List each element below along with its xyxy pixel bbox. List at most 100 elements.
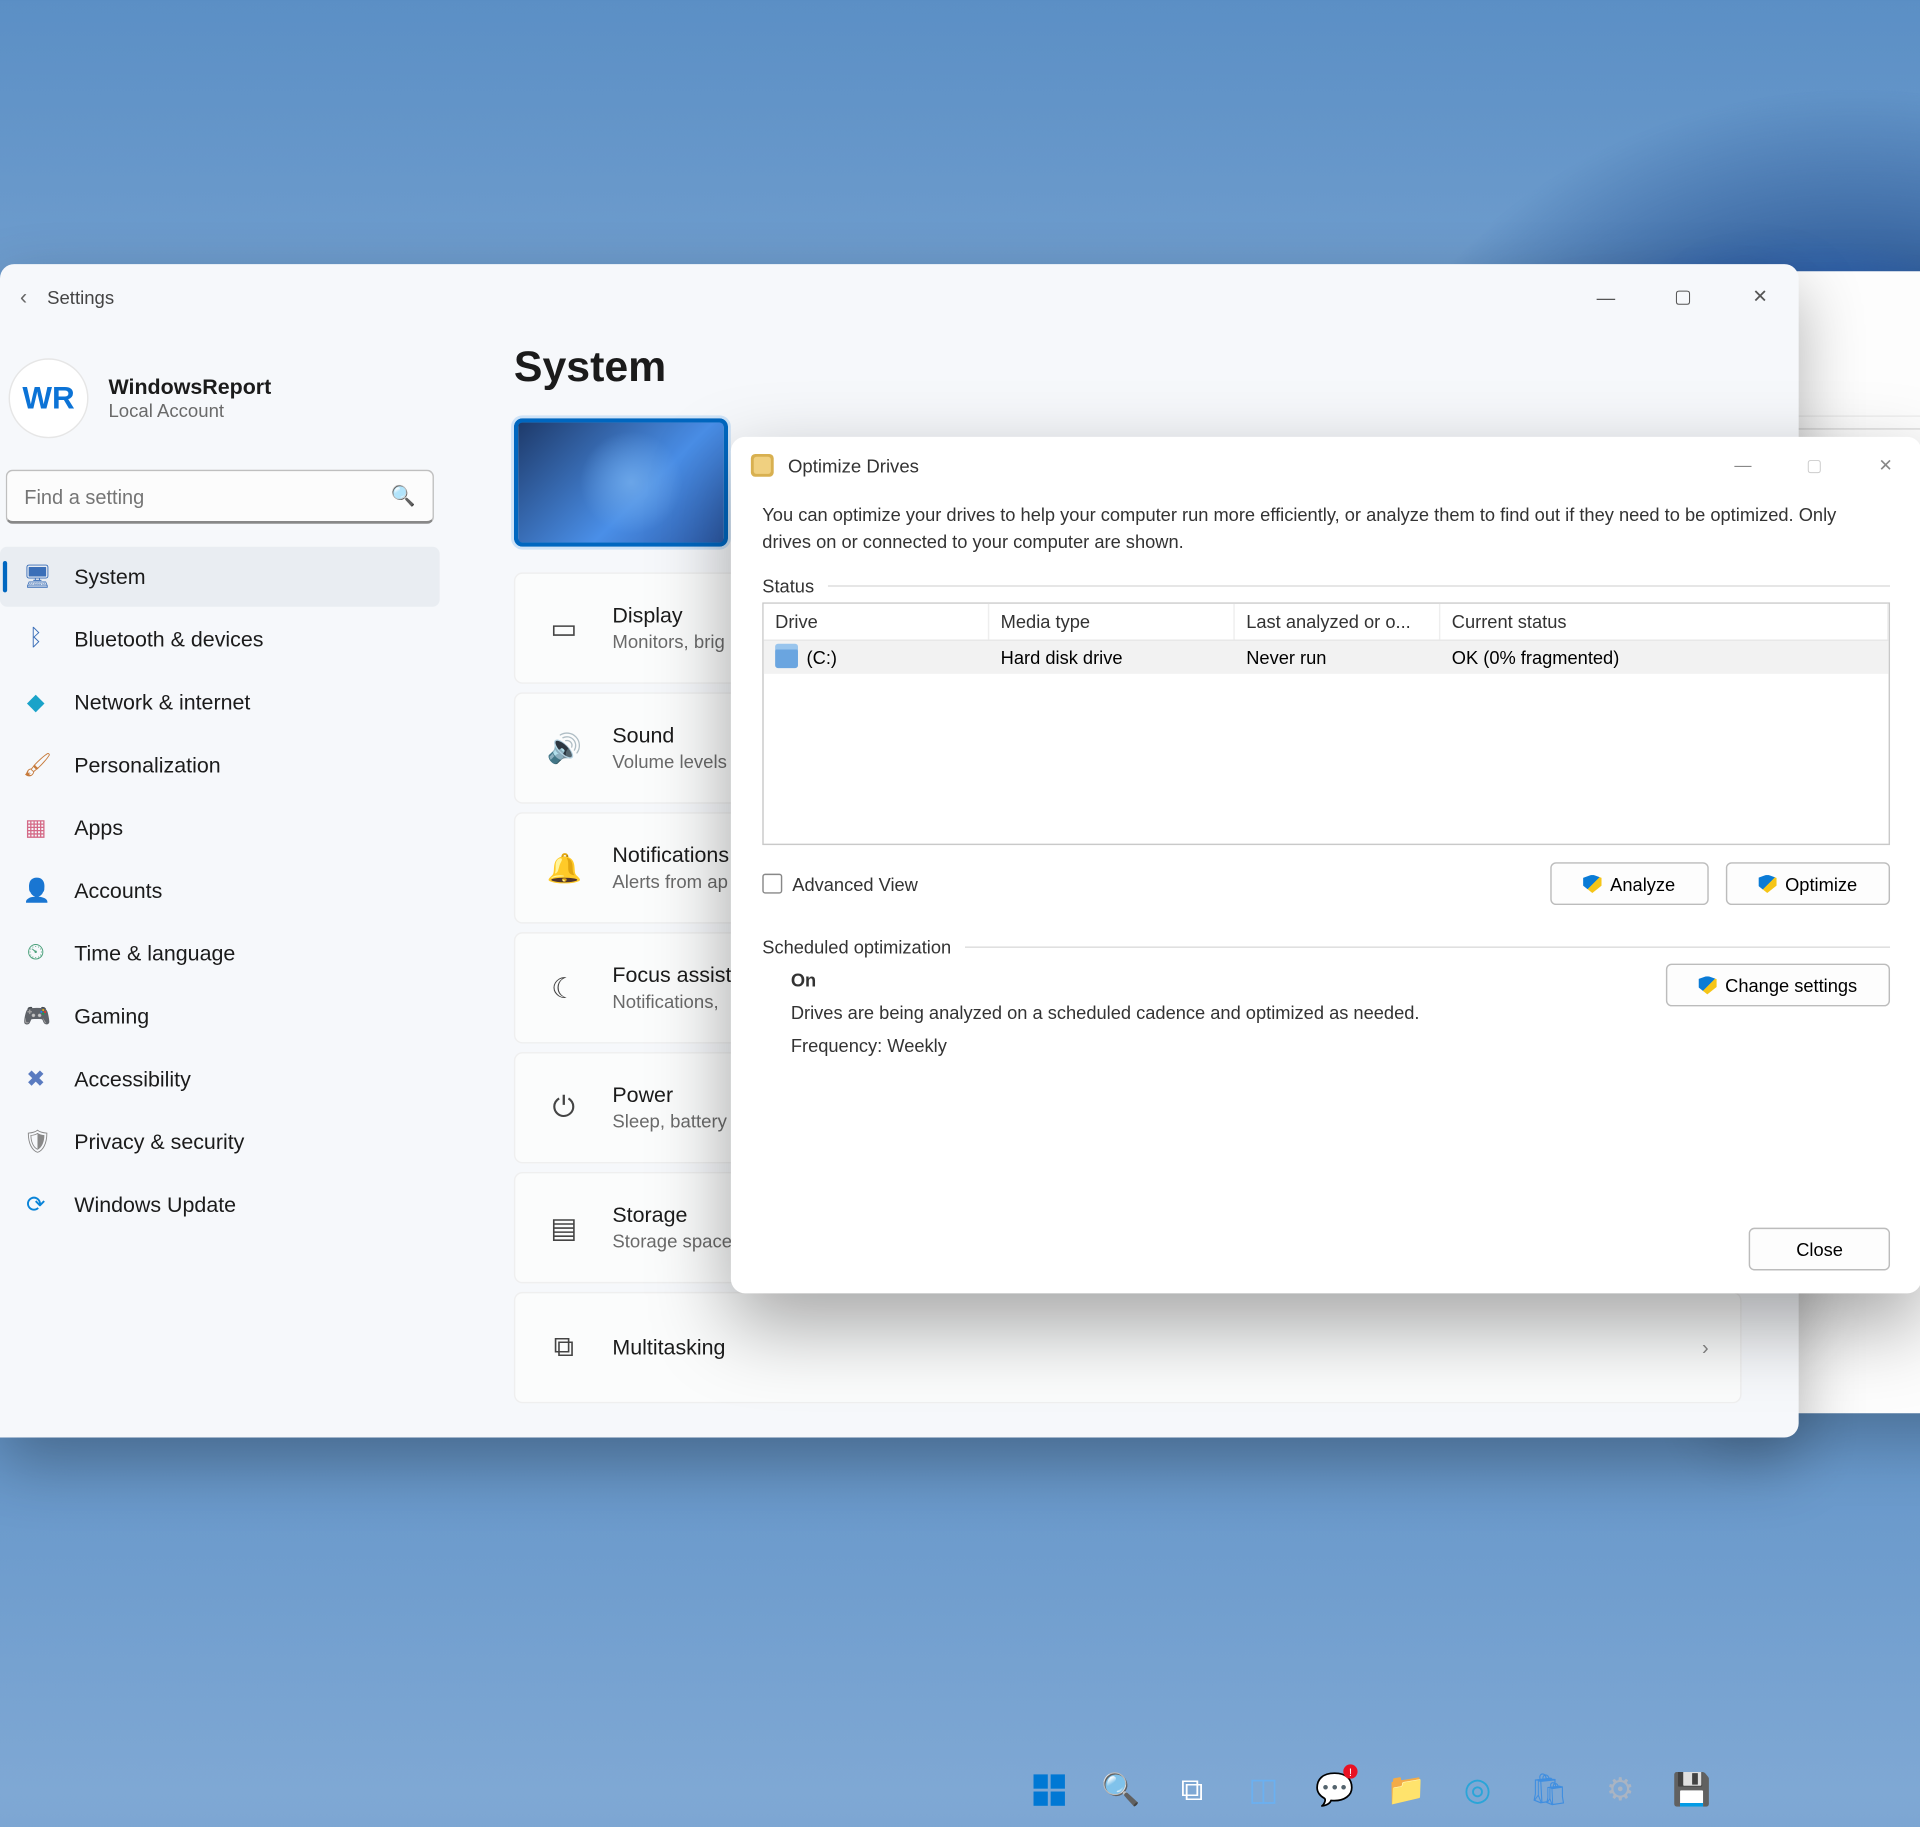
account-name: WindowsReport bbox=[108, 375, 271, 399]
avatar: WR bbox=[9, 358, 89, 438]
edge-taskbar-icon[interactable]: ◎ bbox=[1446, 1759, 1509, 1822]
nav-label: Accessibility bbox=[74, 1067, 191, 1091]
nav-label: Bluetooth & devices bbox=[74, 627, 263, 651]
store-taskbar-icon[interactable]: 🛍 bbox=[1517, 1759, 1580, 1822]
table-row[interactable]: (C:) Hard disk drive Never run OK (0% fr… bbox=[764, 641, 1889, 674]
nav-item-accounts[interactable]: 👤 Accounts bbox=[0, 861, 440, 921]
settings-search[interactable]: 🔍 bbox=[6, 470, 434, 524]
settings-search-input[interactable] bbox=[24, 485, 390, 508]
taskbar: 🔍 ⧉ ◫ 💬! 📁 ◎ 🛍 ⚙ 💾 bbox=[0, 1753, 1920, 1827]
nav-icon: 🛡 bbox=[23, 1128, 49, 1157]
nav-icon: 🖥 bbox=[23, 562, 49, 591]
nav-icon: 🎮 bbox=[23, 1002, 49, 1031]
opt-maximize-button[interactable]: ▢ bbox=[1779, 437, 1850, 494]
nav-item-network-internet[interactable]: ◆ Network & internet bbox=[0, 672, 440, 732]
checkbox-icon bbox=[762, 874, 782, 894]
opt-close-button[interactable]: ✕ bbox=[1850, 437, 1920, 494]
close-button[interactable]: ✕ bbox=[1722, 264, 1799, 330]
maximize-button[interactable]: ▢ bbox=[1644, 264, 1721, 330]
optimize-drives-window: Optimize Drives ― ▢ ✕ You can optimize y… bbox=[731, 437, 1920, 1294]
chevron-right-icon: › bbox=[1702, 1336, 1709, 1359]
nav-item-windows-update[interactable]: ⟳ Windows Update bbox=[0, 1175, 440, 1235]
tile-icon: ▭ bbox=[547, 610, 581, 646]
wallpaper-thumbnail[interactable] bbox=[514, 418, 728, 546]
disk-icon bbox=[751, 454, 774, 477]
tile-icon: ▤ bbox=[547, 1210, 581, 1246]
nav-item-gaming[interactable]: 🎮Gaming bbox=[0, 986, 440, 1046]
table-header[interactable]: Drive Media type Last analyzed or o... C… bbox=[764, 604, 1889, 641]
optimize-taskbar-icon[interactable]: 💾 bbox=[1660, 1759, 1723, 1822]
nav-item-personalization[interactable]: 🖌 Personalization bbox=[0, 735, 440, 795]
nav-label: Windows Update bbox=[74, 1193, 236, 1217]
nav-icon: ⟳ bbox=[23, 1191, 49, 1220]
nav-label: Apps bbox=[74, 816, 123, 840]
nav-item-apps[interactable]: ▦Apps bbox=[0, 798, 440, 858]
nav-label: Network & internet bbox=[74, 690, 250, 714]
settings-titlebar: ‹ Settings ― ▢ ✕ bbox=[0, 264, 1799, 330]
nav-icon: ⏲ bbox=[23, 941, 49, 967]
shield-icon bbox=[1758, 874, 1777, 893]
nav-item-bluetooth-devices[interactable]: ᛒ Bluetooth & devices bbox=[0, 610, 440, 670]
start-button[interactable] bbox=[1018, 1759, 1081, 1822]
nav-icon: ◆ bbox=[23, 688, 49, 717]
nav-item-system[interactable]: 🖥 System bbox=[0, 547, 440, 607]
nav-icon: ✖ bbox=[23, 1065, 49, 1094]
tile-icon: ☾ bbox=[547, 970, 581, 1006]
window-title: Settings bbox=[47, 286, 114, 307]
drive-table: Drive Media type Last analyzed or o... C… bbox=[762, 603, 1890, 846]
col-last[interactable]: Last analyzed or o... bbox=[1235, 604, 1441, 640]
task-view-button[interactable]: ⧉ bbox=[1161, 1759, 1224, 1822]
drive-last: Never run bbox=[1235, 641, 1441, 674]
nav-item-accessibility[interactable]: ✖ Accessibility bbox=[0, 1049, 440, 1109]
drive-media: Hard disk drive bbox=[989, 641, 1235, 674]
taskbar-search[interactable]: 🔍 bbox=[1089, 1759, 1152, 1822]
nav-item-privacy-security[interactable]: 🛡 Privacy & security bbox=[0, 1112, 440, 1172]
optimize-titlebar: Optimize Drives ― ▢ ✕ bbox=[731, 437, 1920, 494]
nav-icon: 🖌 bbox=[23, 751, 49, 780]
close-dialog-button[interactable]: Close bbox=[1749, 1228, 1890, 1271]
search-icon: 🔍 bbox=[391, 484, 416, 508]
nav-label: System bbox=[74, 565, 145, 589]
nav-label: Accounts bbox=[74, 879, 162, 903]
advanced-view-label: Advanced View bbox=[792, 873, 918, 894]
drive-status: OK (0% fragmented) bbox=[1440, 641, 1888, 674]
schedule-info: On Drives are being analyzed on a schedu… bbox=[791, 964, 1420, 1063]
col-drive[interactable]: Drive bbox=[764, 604, 990, 640]
nav-label: Personalization bbox=[74, 753, 220, 777]
shield-icon bbox=[1698, 976, 1717, 995]
opt-minimize-button[interactable]: ― bbox=[1707, 437, 1778, 494]
account-type: Local Account bbox=[108, 400, 271, 421]
shield-icon bbox=[1583, 874, 1602, 893]
account-panel[interactable]: WR WindowsReport Local Account bbox=[0, 347, 448, 470]
tile-icon: 🔊 bbox=[547, 730, 581, 766]
analyze-button[interactable]: Analyze bbox=[1550, 862, 1708, 905]
nav-icon: ᛒ bbox=[23, 627, 49, 653]
nav-item-time-language[interactable]: ⏲ Time & language bbox=[0, 924, 440, 984]
settings-taskbar-icon[interactable]: ⚙ bbox=[1589, 1759, 1652, 1822]
drive-name: (C:) bbox=[807, 647, 837, 668]
tile-icon: ⧉ bbox=[547, 1331, 581, 1364]
col-current[interactable]: Current status bbox=[1440, 604, 1888, 640]
nav-icon: 👤 bbox=[23, 876, 49, 905]
back-icon[interactable]: ‹ bbox=[20, 285, 27, 309]
optimize-title: Optimize Drives bbox=[788, 455, 919, 476]
drive-icon bbox=[775, 648, 798, 668]
page-heading: System bbox=[514, 344, 1742, 393]
scheduled-label: Scheduled optimization bbox=[762, 937, 1890, 958]
tile-title: Multitasking bbox=[612, 1335, 1670, 1359]
widgets-button[interactable]: ◫ bbox=[1232, 1759, 1295, 1822]
settings-sidebar: WR WindowsReport Local Account 🔍 🖥 System… bbox=[0, 330, 457, 1438]
tile-multitasking[interactable]: ⧉ Multitasking › bbox=[514, 1292, 1742, 1403]
change-settings-button[interactable]: Change settings bbox=[1665, 964, 1890, 1007]
advanced-view-checkbox[interactable]: Advanced View bbox=[762, 873, 918, 894]
nav-label: Time & language bbox=[74, 941, 235, 965]
explorer-taskbar-icon[interactable]: 📁 bbox=[1375, 1759, 1438, 1822]
col-media[interactable]: Media type bbox=[989, 604, 1235, 640]
minimize-button[interactable]: ― bbox=[1567, 264, 1644, 330]
optimize-button[interactable]: Optimize bbox=[1725, 862, 1890, 905]
optimize-intro: You can optimize your drives to help you… bbox=[762, 502, 1890, 555]
nav-label: Privacy & security bbox=[74, 1130, 244, 1154]
tile-icon: ⏻ bbox=[547, 1091, 581, 1124]
status-label: Status bbox=[762, 575, 1890, 596]
chat-button[interactable]: 💬! bbox=[1303, 1759, 1366, 1822]
